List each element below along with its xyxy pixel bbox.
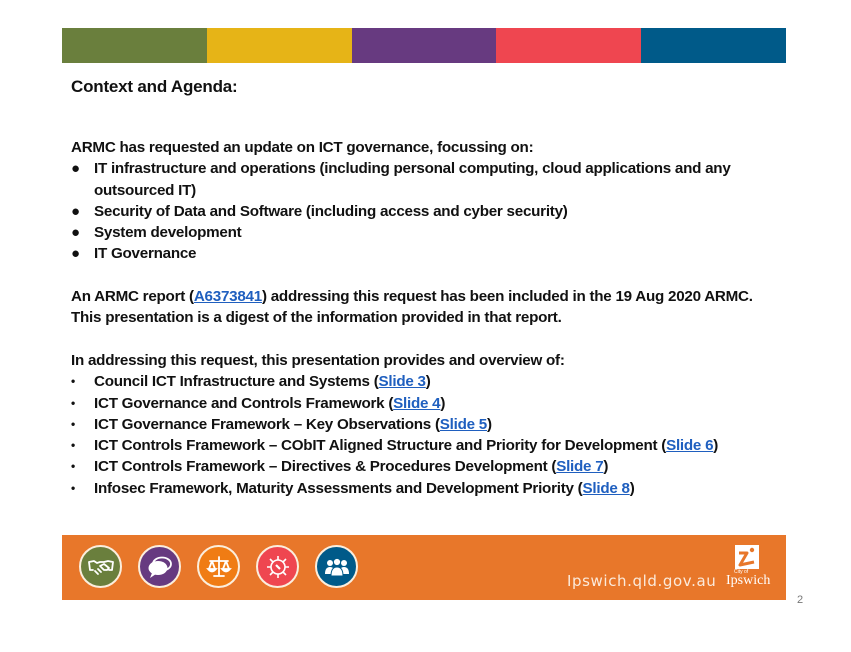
bullet-icon: • xyxy=(71,395,75,410)
overview-item-text: ICT Controls Framework – Directives & Pr… xyxy=(94,458,557,476)
overview-item-text: Infosec Framework, Maturity Assessments … xyxy=(94,479,583,497)
footer-banner: Ipswich.qld.gov.au City of Ipswich xyxy=(62,535,786,600)
color-segment-red xyxy=(496,28,642,63)
overview-item-text: ICT Governance and Controls Framework ( xyxy=(94,394,394,412)
bullet-icon: ● xyxy=(71,202,80,220)
paren-close: ) xyxy=(425,373,431,391)
slide-title: Context and Agenda: xyxy=(71,77,238,96)
report-prefix: An ARMC report ( xyxy=(71,288,194,306)
speech-bubbles-icon xyxy=(138,545,181,588)
bullet-icon: ● xyxy=(71,245,80,263)
report-link[interactable]: A6373841 xyxy=(194,288,262,305)
focus-item-text: System development xyxy=(94,224,242,242)
scales-icon xyxy=(197,545,240,588)
overview-item: • ICT Governance and Controls Framework (… xyxy=(71,393,771,414)
overview-lead: In addressing this request, this present… xyxy=(71,351,565,369)
slide-link[interactable]: Slide 6 xyxy=(666,437,713,454)
footer-icons xyxy=(79,545,358,588)
slide-content: ARMC has requested an update on ICT gove… xyxy=(71,137,771,499)
overview-item-text: Council ICT Infrastructure and Systems ( xyxy=(94,373,379,391)
bullet-icon: • xyxy=(71,416,75,431)
focus-item-text: IT infrastructure and operations (includ… xyxy=(94,160,731,199)
people-icon xyxy=(315,545,358,588)
intro-lead: ARMC has requested an update on ICT gove… xyxy=(71,139,534,156)
focus-item: ● IT infrastructure and operations (inclu… xyxy=(71,158,771,201)
focus-item: ● System development xyxy=(71,222,771,243)
slide-link[interactable]: Slide 8 xyxy=(583,480,630,497)
handshake-icon xyxy=(79,545,122,588)
paren-close: ) xyxy=(629,479,635,497)
focus-item: ● IT Governance xyxy=(71,243,771,264)
page-number: 2 xyxy=(797,594,804,606)
focus-list: ● IT infrastructure and operations (inclu… xyxy=(71,158,771,264)
color-segment-yellow xyxy=(206,28,352,63)
bullet-icon: • xyxy=(71,459,75,474)
overview-item-text: ICT Governance Framework – Key Observati… xyxy=(94,415,440,433)
slide-link[interactable]: Slide 3 xyxy=(379,373,426,390)
website-url: Ipswich.qld.gov.au xyxy=(567,572,717,590)
paren-close: ) xyxy=(713,437,719,455)
overview-item: • ICT Governance Framework – Key Observat… xyxy=(71,414,771,435)
bullet-icon: ● xyxy=(71,160,80,178)
bullet-icon: • xyxy=(71,480,75,495)
slide-link[interactable]: Slide 7 xyxy=(556,458,603,475)
bullet-icon: • xyxy=(71,438,75,453)
city-logo: City of Ipswich xyxy=(726,545,776,593)
focus-item-text: Security of Data and Software (including… xyxy=(94,202,568,220)
overview-item-text: ICT Controls Framework – CObIT Aligned S… xyxy=(94,437,667,455)
overview-list: • Council ICT Infrastructure and Systems … xyxy=(71,371,771,499)
color-segment-green xyxy=(62,28,207,63)
report-paragraph: An ARMC report (A6373841) addressing thi… xyxy=(71,286,771,329)
slide-link[interactable]: Slide 4 xyxy=(393,395,440,412)
paren-close: ) xyxy=(487,415,492,433)
slide-link[interactable]: Slide 5 xyxy=(440,416,487,433)
logo-mark-icon xyxy=(735,545,759,569)
overview-item: • ICT Controls Framework – CObIT Aligned … xyxy=(71,435,771,456)
header-color-bar xyxy=(62,28,786,63)
focus-item: ● Security of Data and Software (includin… xyxy=(71,201,771,222)
color-segment-blue xyxy=(641,28,786,63)
focus-item-text: IT Governance xyxy=(94,245,197,263)
bullet-icon: ● xyxy=(71,224,80,242)
overview-item: • ICT Controls Framework – Directives & P… xyxy=(71,456,771,477)
gear-icon xyxy=(256,545,299,588)
paren-close: ) xyxy=(603,458,609,476)
overview-item: • Infosec Framework, Maturity Assessments… xyxy=(71,478,771,499)
overview-item: • Council ICT Infrastructure and Systems … xyxy=(71,371,771,392)
paren-close: ) xyxy=(440,394,446,412)
color-segment-purple xyxy=(351,28,497,63)
bullet-icon: • xyxy=(71,374,75,389)
logo-name: Ipswich xyxy=(726,573,771,588)
